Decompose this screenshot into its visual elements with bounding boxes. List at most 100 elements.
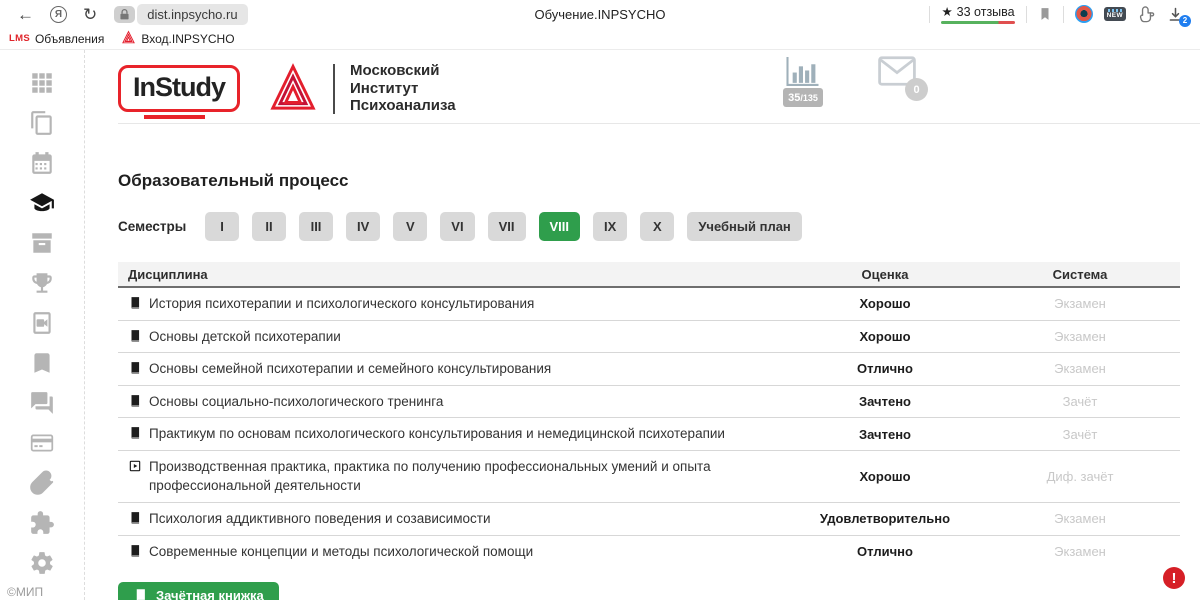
book-icon: [128, 361, 142, 375]
sidebar-item-settings[interactable]: [18, 543, 66, 583]
semester-tabs: IIIIIIIVVVIVIIVIIIIXXУчебный план: [205, 212, 802, 241]
toolbar-divider: [929, 6, 930, 23]
column-discipline: Дисциплина: [118, 267, 790, 282]
browser-toolbar: ← Я ↻ dist.inpsycho.ru Обучение.INPSYCHO…: [0, 0, 1200, 28]
downloads-button[interactable]: 2: [1167, 6, 1184, 23]
semester-tab-III[interactable]: III: [299, 212, 333, 241]
discipline-name: Производственная практика, практика по п…: [149, 457, 790, 496]
discipline-cell[interactable]: Современные концепции и методы психологи…: [118, 542, 790, 562]
alert-icon[interactable]: !: [1163, 567, 1185, 589]
refresh-icon[interactable]: ↻: [83, 6, 97, 23]
grade-cell: Удовлетворительно: [790, 511, 980, 526]
awards-icon: [29, 270, 55, 296]
bar-chart-icon: [785, 56, 821, 87]
glove-extension-icon[interactable]: [1137, 5, 1156, 24]
book-icon: [128, 511, 142, 525]
discipline-name: Психология аддиктивного поведения и соза…: [149, 509, 490, 529]
camera-extension-icon[interactable]: [1075, 5, 1093, 23]
instudy-logo[interactable]: InStudy: [118, 65, 240, 112]
discipline-cell[interactable]: Практикум по основам психологического ко…: [118, 424, 790, 444]
semester-tab-VI[interactable]: VI: [440, 212, 474, 241]
table-row: Практикум по основам психологического ко…: [118, 418, 1180, 451]
video-file-icon: [29, 310, 55, 336]
semesters-label: Семестры: [118, 219, 205, 234]
semester-tab-I[interactable]: I: [205, 212, 239, 241]
table-row: Современные концепции и методы психологи…: [118, 536, 1180, 568]
semester-tab-IV[interactable]: IV: [346, 212, 380, 241]
bookmarks-bar: LMS Объявления Вход.INPSYCHO: [0, 28, 1200, 50]
semester-tab-IX[interactable]: IX: [593, 212, 627, 241]
discipline-cell[interactable]: История психотерапии и психологического …: [118, 294, 790, 314]
bookmark-item-announcements[interactable]: LMS Объявления: [9, 32, 104, 46]
semester-tab-Учебный план[interactable]: Учебный план: [687, 212, 801, 241]
paperclip-icon: [29, 470, 55, 496]
sidebar-item-extensions[interactable]: [18, 503, 66, 543]
sidebar-item-payments[interactable]: [18, 423, 66, 463]
sidebar-item-awards[interactable]: [18, 263, 66, 303]
sidebar-item-video-materials[interactable]: [18, 303, 66, 343]
bookmark-flag-icon[interactable]: [1038, 6, 1052, 22]
book-icon: [133, 588, 148, 600]
video-icon: [128, 459, 142, 473]
mail-count-badge: 0: [905, 78, 928, 101]
sidebar: ©МИП: [0, 50, 85, 600]
discipline-cell[interactable]: Основы социально-психологического тренин…: [118, 392, 790, 412]
progress-stats-button[interactable]: 35/135: [778, 56, 828, 107]
system-cell: Экзамен: [980, 361, 1180, 376]
education-icon: [29, 190, 55, 216]
system-cell: Экзамен: [980, 544, 1180, 559]
system-cell: Зачёт: [980, 394, 1180, 409]
rating-bar: [941, 21, 1014, 24]
semester-tab-VIII[interactable]: VIII: [539, 212, 581, 241]
sidebar-item-messages[interactable]: [18, 383, 66, 423]
discipline-cell[interactable]: Основы семейной психотерапии и семейного…: [118, 359, 790, 379]
column-grade: Оценка: [790, 267, 980, 282]
bookmark-item-login[interactable]: Вход.INPSYCHO: [121, 30, 234, 48]
semester-tab-X[interactable]: X: [640, 212, 674, 241]
sidebar-item-education[interactable]: [18, 183, 66, 223]
card-icon: [29, 430, 55, 456]
reviews-button[interactable]: ★ 33 отзыва: [941, 4, 1014, 24]
lms-favicon: LMS: [9, 33, 30, 44]
yandex-profile-icon[interactable]: Я: [50, 6, 67, 23]
reviews-count: 33 отзыва: [957, 5, 1015, 19]
discipline-name: Современные концепции и методы психологи…: [149, 542, 533, 562]
sidebar-item-attachments[interactable]: [18, 463, 66, 503]
bookmark-label: Объявления: [35, 32, 104, 46]
discipline-cell[interactable]: Производственная практика, практика по п…: [118, 457, 790, 496]
discipline-name: История психотерапии и психологического …: [149, 294, 534, 314]
discipline-cell[interactable]: Психология аддиктивного поведения и соза…: [118, 509, 790, 529]
semesters-row: Семестры IIIIIIIVVVIVIIVIIIIXXУчебный пл…: [118, 212, 1200, 241]
star-icon: ★: [941, 4, 952, 19]
sidebar-item-bookmarks[interactable]: [18, 343, 66, 383]
book-icon: [128, 426, 142, 440]
back-icon[interactable]: ←: [17, 6, 34, 23]
semester-tab-V[interactable]: V: [393, 212, 427, 241]
table-row: Производственная практика, практика по п…: [118, 451, 1180, 503]
system-cell: Зачёт: [980, 427, 1180, 442]
new-extension-icon[interactable]: NEW: [1104, 7, 1126, 22]
sidebar-item-archive[interactable]: [18, 223, 66, 263]
address-bar[interactable]: dist.inpsycho.ru: [114, 4, 247, 25]
semester-tab-II[interactable]: II: [252, 212, 286, 241]
gradebook-button[interactable]: Зачётная книжка: [118, 582, 279, 600]
grade-cell: Зачтено: [790, 427, 980, 442]
gear-icon: [29, 550, 55, 576]
discipline-cell[interactable]: Основы детской психотерапии: [118, 327, 790, 347]
table-row: История психотерапии и психологического …: [118, 288, 1180, 321]
grade-cell: Отлично: [790, 544, 980, 559]
bookmark-label: Вход.INPSYCHO: [141, 32, 234, 46]
mip-triangle-logo[interactable]: [266, 62, 320, 116]
lock-icon[interactable]: [114, 6, 135, 23]
bookmark-icon: [29, 350, 55, 376]
system-cell: Экзамен: [980, 329, 1180, 344]
grade-cell: Хорошо: [790, 469, 980, 484]
toolbar-divider: [1063, 6, 1064, 23]
mail-button[interactable]: 0: [878, 56, 916, 91]
sidebar-item-calendar[interactable]: [18, 143, 66, 183]
semester-tab-VII[interactable]: VII: [488, 212, 526, 241]
sidebar-item-apps[interactable]: [18, 63, 66, 103]
sidebar-item-documents[interactable]: [18, 103, 66, 143]
table-row: Психология аддиктивного поведения и соза…: [118, 503, 1180, 536]
url-text[interactable]: dist.inpsycho.ru: [137, 4, 247, 25]
